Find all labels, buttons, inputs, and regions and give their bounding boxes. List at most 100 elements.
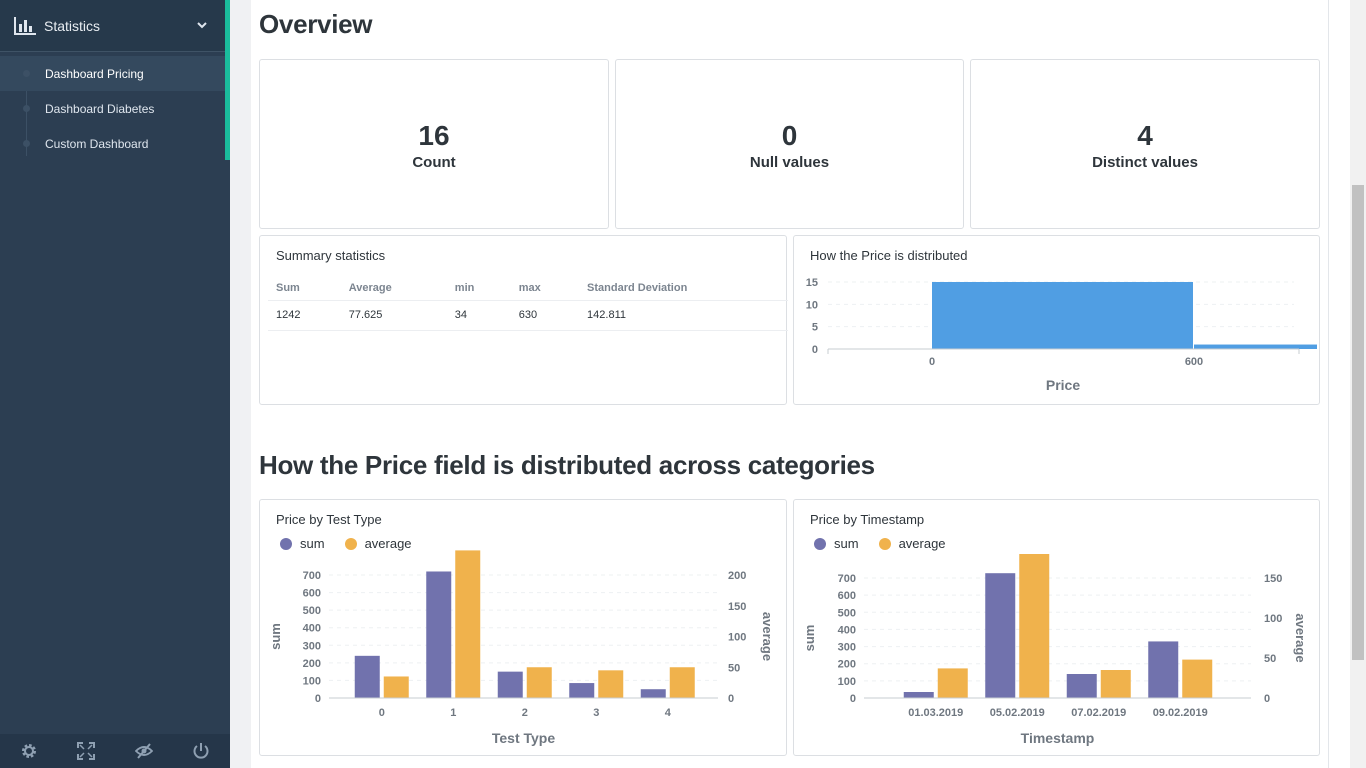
power-icon[interactable]: [192, 742, 210, 760]
right-margin: [1328, 0, 1350, 768]
x-tick-label: 0: [929, 356, 935, 368]
y-tick-label: 500: [303, 605, 321, 617]
y2-tick-label: 100: [1264, 613, 1282, 625]
x-tick-label: 0: [379, 707, 385, 719]
y-tick-label: 15: [806, 277, 818, 289]
y-tick-label: 400: [303, 623, 321, 635]
column-header[interactable]: Sum: [268, 276, 341, 301]
column-header[interactable]: min: [446, 276, 511, 301]
y-tick-label: 200: [303, 658, 321, 670]
x-tick-label: 05.02.2019: [990, 707, 1045, 719]
x-axis-label: Test Type: [492, 730, 555, 746]
y-axis-label: sum: [802, 625, 817, 652]
column-header[interactable]: Standard Deviation: [579, 276, 788, 301]
fullscreen-icon[interactable]: [77, 742, 96, 760]
x-tick-label: 4: [665, 707, 672, 719]
summary-statistics-card: Summary statistics Sum Average min max S…: [259, 235, 788, 405]
gear-icon[interactable]: [20, 742, 38, 760]
y2-tick-label: 0: [1264, 693, 1270, 705]
price-by-test-type-card: Price by Test Type sum average 0 100 200 30…: [259, 499, 787, 756]
stat-value: 4: [1137, 120, 1153, 151]
x-tick-label: 2: [522, 707, 528, 719]
overview-title: Overview: [259, 9, 373, 39]
y-tick-label: 500: [838, 607, 856, 619]
sidebar-item-label: Dashboard Diabetes: [45, 101, 155, 116]
y-tick-label: 600: [303, 588, 321, 600]
bar-sum: [426, 571, 452, 698]
chevron-down-icon[interactable]: [197, 21, 207, 29]
histogram-bar: [1194, 344, 1317, 349]
scrollbar-thumb[interactable]: [1352, 185, 1364, 660]
card-title: Summary statistics: [276, 248, 386, 263]
stat-label: Null values: [749, 154, 830, 171]
stat-label: Distinct values: [1092, 154, 1198, 171]
bullet-icon: [23, 70, 30, 77]
x-tick-label: 600: [1185, 356, 1203, 368]
y-tick-label: 700: [838, 573, 856, 585]
scrollbar[interactable]: [1350, 0, 1366, 768]
sidebar-item-dashboard-pricing[interactable]: Dashboard Pricing: [0, 56, 225, 91]
bar-average: [455, 550, 481, 698]
y-tick-label: 5: [812, 322, 818, 334]
sidebar-item-custom-dashboard[interactable]: Custom Dashboard: [0, 126, 225, 161]
y-tick-label: 0: [850, 693, 856, 705]
y-tick-label: 700: [303, 570, 321, 582]
stat-value: 16: [418, 120, 450, 151]
bar-average: [1019, 554, 1050, 698]
y-tick-label: 300: [303, 640, 321, 652]
column-header[interactable]: max: [510, 276, 580, 301]
x-tick-label: 01.03.2019: [908, 707, 963, 719]
x-axis-label: Timestamp: [1021, 730, 1095, 746]
table-header-row: Sum Average min max Standard Deviation: [268, 276, 788, 301]
stat-card-count: 16 Count: [259, 59, 609, 229]
y-tick-label: 300: [838, 642, 856, 654]
y-tick-label: 100: [303, 675, 321, 687]
bar-chart-icon: [14, 16, 36, 35]
sidebar-footer: [0, 734, 230, 768]
y-tick-label: 100: [838, 676, 856, 688]
x-tick-label: 3: [593, 707, 599, 719]
y2-tick-label: 150: [1264, 573, 1282, 585]
y-tick-label: 400: [838, 624, 856, 636]
y-tick-label: 0: [812, 344, 818, 356]
y-tick-label: 0: [315, 693, 321, 705]
bar-sum: [640, 689, 666, 698]
y2-tick-label: 100: [728, 632, 746, 644]
bar-average: [1182, 659, 1213, 698]
bullet-icon: [23, 140, 30, 147]
summary-table: Sum Average min max Standard Deviation 1…: [268, 276, 788, 331]
bar-sum: [985, 573, 1016, 698]
y-tick-label: 600: [838, 590, 856, 602]
eye-slash-icon[interactable]: [134, 742, 153, 760]
sidebar-section-statistics[interactable]: Statistics: [0, 0, 225, 52]
y2-axis-label: average: [1293, 613, 1308, 662]
y2-tick-label: 200: [728, 570, 746, 582]
bar-average: [937, 668, 968, 698]
stat-label: Count: [412, 154, 456, 171]
price-by-test-type-chart: 0 100 200 300 400 500 600 700 0 50 100 150 200 0 1 2 3 4 T…: [268, 550, 775, 746]
y2-tick-label: 50: [728, 662, 740, 674]
y-tick-label: 200: [838, 659, 856, 671]
x-tick-label: 09.02.2019: [1153, 707, 1208, 719]
table-cell: 1242: [268, 300, 341, 331]
y2-tick-label: 0: [728, 693, 734, 705]
y2-tick-label: 50: [1264, 653, 1276, 665]
sidebar: Statistics Dashboard Pricing Dashboard D…: [0, 0, 230, 768]
x-axis-label: Price: [1046, 377, 1080, 393]
bar-average: [383, 676, 409, 698]
stat-card-distinct-values: 4 Distinct values: [970, 59, 1320, 229]
sidebar-submenu: Dashboard Pricing Dashboard Diabetes Cus…: [0, 56, 225, 161]
y-axis-label: sum: [268, 623, 283, 650]
sidebar-item-label: Custom Dashboard: [45, 136, 149, 151]
categories-section-title: How the Price field is distributed acros…: [259, 450, 875, 480]
sidebar-accent-bar: [225, 0, 230, 160]
sidebar-item-dashboard-diabetes[interactable]: Dashboard Diabetes: [0, 91, 225, 126]
bar-average: [669, 667, 695, 698]
column-header[interactable]: Average: [340, 276, 447, 301]
price-histogram: 0 5 10 15 0 600 Price: [806, 277, 1317, 393]
x-tick-label: 1: [450, 707, 456, 719]
table-row: 1242 77.625 34 630 142.811: [268, 300, 788, 331]
price-by-timestamp-chart: 0 100 200 300 400 500 600 700 0 50 100 150 01.03.201…: [802, 554, 1308, 746]
price-distribution-card: How the Price is distributed 0 5 10 15 0 600 P…: [793, 235, 1320, 405]
bar-average: [598, 670, 624, 698]
